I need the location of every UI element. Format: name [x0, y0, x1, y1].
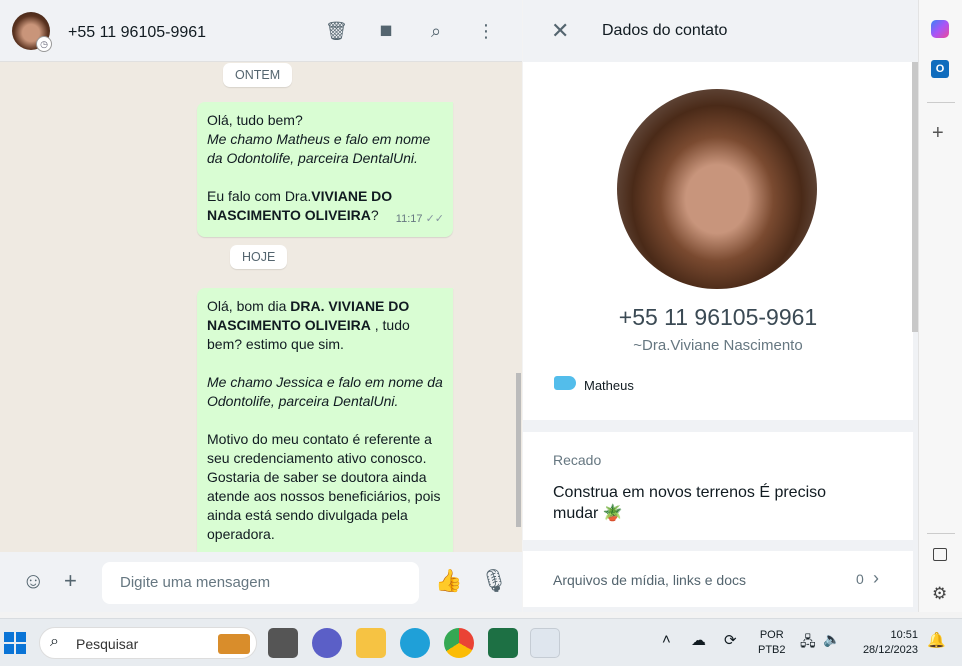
contact-name[interactable]: +55 11 96105-9961 [68, 24, 206, 42]
trash-icon[interactable]: 🗑 [325, 20, 348, 42]
copilot-icon[interactable] [931, 20, 949, 38]
profile-photo[interactable] [617, 89, 817, 289]
message-input[interactable]: Digite uma mensagem [102, 562, 419, 604]
sync-icon[interactable]: ⟳ [724, 631, 737, 649]
edge-icon[interactable] [400, 628, 430, 658]
microphone-icon[interactable]: 🎙 [480, 568, 508, 594]
info-title: Dados do contato [602, 22, 728, 39]
media-row[interactable]: Arquivos de mídia, links e docs 0 › [523, 551, 913, 607]
close-icon[interactable]: ✕ [551, 18, 569, 44]
search-icon[interactable]: ⌕ [425, 20, 447, 42]
taskbar: ⌕ Pesquisar ˄ ☁ ⟳ POR PTB2 🖧 🔈 10:51 28/12… [0, 618, 962, 666]
chevron-right-icon: › [873, 568, 879, 588]
search-highlight-icon [218, 634, 250, 654]
add-icon[interactable]: + [932, 122, 944, 145]
message-text: Olá, bom dia [207, 298, 291, 314]
about-title: Recado [553, 452, 602, 468]
about-card: Recado Construa em novos terrenos É prec… [523, 432, 913, 540]
settings-icon[interactable]: ⚙ [932, 584, 947, 604]
date-chip: ONTEM [223, 63, 293, 87]
contact-label[interactable]: Matheus [584, 378, 634, 393]
label-icon[interactable]: ◼ [375, 20, 397, 42]
info-header: ✕ Dados do contato [523, 0, 918, 60]
contact-info-panel: ✕ Dados do contato +55 11 96105-9961 ~Dr… [523, 0, 918, 612]
attach-plus-icon[interactable]: + [64, 568, 77, 594]
date-chip: HOJE [230, 245, 288, 269]
divider [927, 533, 955, 534]
task-view-icon[interactable] [268, 628, 298, 658]
message-text: ? [370, 207, 379, 223]
volume-icon[interactable]: 🔈 [823, 631, 840, 648]
chrome-icon[interactable] [444, 628, 474, 658]
sidebar-toggle-icon[interactable] [933, 548, 947, 561]
message-text: Motivo do meu contato é referente a seu … [207, 431, 441, 542]
taskbar-search[interactable]: ⌕ Pesquisar [39, 627, 257, 659]
profile-card: +55 11 96105-9961 ~Dra.Viviane Nasciment… [523, 62, 913, 420]
message-text: Me chamo Matheus e falo em nome da Odont… [207, 131, 431, 166]
clock[interactable]: 10:51 28/12/2023 [852, 628, 918, 658]
onedrive-icon[interactable]: ☁ [691, 631, 706, 649]
status-icon: ◷ [36, 36, 52, 52]
media-count: 0 [856, 571, 864, 587]
about-text: Construa em novos terrenos É preciso mud… [553, 484, 827, 522]
menu-icon[interactable]: ⋮ [475, 20, 497, 42]
chat-header: ◷ +55 11 96105-9961 🗑 ◼ ⌕ ⋮ [0, 0, 522, 62]
file-explorer-icon[interactable] [356, 628, 386, 658]
profile-name: ~Dra.Viviane Nascimento [633, 337, 803, 354]
language-indicator[interactable]: POR PTB2 [758, 628, 786, 658]
network-icon[interactable]: 🖧 [800, 631, 816, 655]
message-text: Olá, tudo bem? [207, 112, 303, 128]
scrollbar[interactable] [516, 373, 521, 527]
outlook-icon[interactable]: O [931, 60, 949, 78]
message-time: 11:17 ✓✓ [395, 213, 444, 225]
message-bubble: Olá, tudo bem? Me chamo Matheus e falo e… [197, 102, 453, 237]
thumbs-up-icon[interactable]: 👍 [435, 568, 462, 594]
snipping-tool-icon[interactable] [530, 628, 560, 658]
label-icon [554, 376, 576, 390]
browser-sidebar: O + ⚙ [918, 0, 962, 612]
search-icon: ⌕ [50, 633, 59, 650]
chat-panel: ◷ +55 11 96105-9961 🗑 ◼ ⌕ ⋮ ONTEM Olá, t… [0, 0, 522, 612]
message-text: Me chamo Jessica e falo em nome da Odont… [207, 374, 443, 409]
message-bubble: Olá, bom dia DRA. VIVIANE DO NASCIMENTO … [197, 288, 453, 552]
profile-phone: +55 11 96105-9961 [618, 304, 818, 330]
start-icon[interactable] [4, 632, 26, 654]
message-text: Eu falo com Dra. [207, 188, 312, 204]
excel-icon[interactable] [488, 628, 518, 658]
emoji-icon[interactable]: ☺ [22, 568, 44, 594]
search-placeholder: Pesquisar [76, 636, 139, 652]
notification-bell-icon[interactable]: 🔔 [927, 631, 946, 649]
media-label: Arquivos de mídia, links e docs [553, 572, 746, 588]
chevron-up-icon[interactable]: ˄ [662, 631, 671, 648]
compose-bar: ☺ + Digite uma mensagem 👍 🎙 [0, 552, 522, 612]
divider [927, 102, 955, 103]
teams-icon[interactable] [312, 628, 342, 658]
